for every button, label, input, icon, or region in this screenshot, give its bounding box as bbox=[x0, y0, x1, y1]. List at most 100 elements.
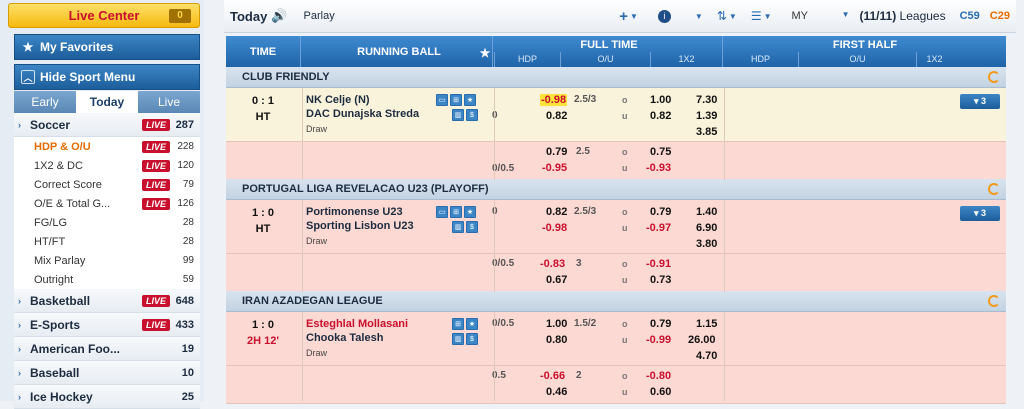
soccer-sub-oe-total[interactable]: O/E & Total G... LIVE 126 bbox=[14, 194, 200, 213]
more-bets-button[interactable]: ▾ 3 bbox=[960, 206, 1000, 221]
hdp-odds-away[interactable]: 0.82 bbox=[546, 110, 567, 122]
refresh-live-button[interactable]: C59 bbox=[960, 10, 980, 22]
scoreboard-icon[interactable]: ⊞ bbox=[450, 94, 462, 106]
chevron-right-icon: › bbox=[18, 295, 21, 306]
1x2-away[interactable]: 6.90 bbox=[696, 222, 717, 234]
1x2-away[interactable]: 26.00 bbox=[688, 334, 716, 346]
stats-icon[interactable]: ▥ bbox=[452, 109, 464, 121]
odds-type-select[interactable]: MY ▼ bbox=[792, 10, 850, 22]
sort-icon: ⇅ bbox=[716, 9, 727, 23]
leagues-filter[interactable]: (11/11) Leagues bbox=[860, 9, 946, 23]
scoreboard-icon[interactable]: ⊞ bbox=[450, 206, 462, 218]
hdp-odds-away[interactable]: -0.98 bbox=[542, 222, 567, 234]
under-odds[interactable]: 0.73 bbox=[650, 274, 671, 286]
info-dropdown[interactable]: ▼ bbox=[693, 12, 703, 21]
dollar-icon[interactable]: $ bbox=[466, 221, 478, 233]
over-odds[interactable]: -0.80 bbox=[646, 370, 671, 382]
under-odds[interactable]: 0.60 bbox=[650, 386, 671, 398]
sport-item-basketball[interactable]: › Basketball LIVE 648 bbox=[14, 289, 200, 313]
sport-item-esports[interactable]: › E-Sports LIVE 433 bbox=[14, 313, 200, 337]
under-odds[interactable]: 0.82 bbox=[650, 110, 671, 122]
info-button[interactable]: i bbox=[657, 9, 671, 23]
over-odds[interactable]: -0.91 bbox=[646, 258, 671, 270]
hdp-odds-home[interactable]: -0.66 bbox=[540, 370, 565, 382]
hdp-odds-away[interactable]: 0.80 bbox=[546, 334, 567, 346]
stats-icon[interactable]: ▥ bbox=[452, 221, 464, 233]
hdp-odds-home[interactable]: -0.83 bbox=[540, 258, 565, 270]
1x2-draw[interactable]: 4.70 bbox=[696, 350, 717, 362]
divider bbox=[302, 312, 303, 401]
scoreboard-icon[interactable]: ⊞ bbox=[452, 318, 464, 330]
sort-button[interactable]: ⇅ ▼ bbox=[717, 9, 737, 23]
under-odds[interactable]: -0.97 bbox=[646, 222, 671, 234]
hdp-odds-away[interactable]: 0.67 bbox=[546, 274, 567, 286]
home-team: Esteghlal Mollasani bbox=[306, 318, 409, 330]
1x2-draw[interactable]: 3.85 bbox=[696, 126, 717, 138]
league-header[interactable]: PORTUGAL LIGA REVELACAO U23 (PLAYOFF) bbox=[226, 179, 1006, 200]
hdp-odds-home[interactable]: 1.00 bbox=[546, 318, 567, 330]
league-header[interactable]: IRAN AZADEGAN LEAGUE bbox=[226, 291, 1006, 312]
under-label: u bbox=[622, 335, 628, 345]
dollar-icon[interactable]: $ bbox=[466, 109, 478, 121]
refresh-icon: C bbox=[959, 10, 968, 22]
refresh-icon[interactable] bbox=[988, 71, 1000, 83]
sport-item-american-football[interactable]: › American Foo... 19 bbox=[14, 337, 200, 361]
over-odds[interactable]: 0.79 bbox=[650, 318, 671, 330]
favorite-star-icon[interactable]: ★ bbox=[478, 46, 492, 60]
refresh-icon[interactable] bbox=[988, 295, 1000, 307]
soccer-sub-hdp-ou[interactable]: HDP & O/U LIVE 228 bbox=[14, 137, 200, 156]
view-list-button[interactable]: ☰ ▼ bbox=[751, 9, 772, 23]
star-icon[interactable]: ★ bbox=[466, 318, 478, 330]
hdp-odds-home[interactable]: 0.79 bbox=[546, 146, 567, 158]
1x2-home[interactable]: 1.15 bbox=[696, 318, 717, 330]
hdp-odds-away[interactable]: -0.95 bbox=[542, 162, 567, 174]
soccer-sub-1x2-dc[interactable]: 1X2 & DC LIVE 120 bbox=[14, 156, 200, 175]
soccer-sub-correct-score[interactable]: Correct Score LIVE 79 bbox=[14, 175, 200, 194]
sub-name: HDP & O/U bbox=[34, 140, 91, 153]
stats-icon[interactable]: ▥ bbox=[452, 333, 464, 345]
star-icon[interactable]: ★ bbox=[464, 94, 476, 106]
live-center-button[interactable]: Live Center 0 bbox=[8, 3, 200, 28]
sub-count: 228 bbox=[177, 141, 194, 152]
sub-count: 28 bbox=[182, 236, 194, 247]
sport-item-soccer[interactable]: › Soccer LIVE 287 bbox=[14, 113, 200, 137]
parlay-link[interactable]: Parlay bbox=[304, 10, 335, 22]
tab-early[interactable]: Early bbox=[14, 91, 76, 113]
plus-icon: + bbox=[619, 7, 628, 25]
refresh-today-button[interactable]: C29 bbox=[990, 10, 1010, 22]
away-team: DAC Dunajska Streda bbox=[306, 108, 420, 120]
more-bets-button[interactable]: ▾ 3 bbox=[960, 94, 1000, 109]
my-favorites-button[interactable]: ★ My Favorites bbox=[14, 34, 200, 60]
hide-sport-menu-button[interactable]: ︿ Hide Sport Menu bbox=[14, 64, 200, 90]
soccer-sub-ht-ft[interactable]: HT/FT 28 bbox=[14, 232, 200, 251]
add-market-button[interactable]: + ▼ bbox=[619, 8, 638, 25]
1x2-draw[interactable]: 3.80 bbox=[696, 238, 717, 250]
over-odds[interactable]: 0.75 bbox=[650, 146, 671, 158]
under-odds[interactable]: -0.93 bbox=[646, 162, 671, 174]
sport-item-baseball[interactable]: › Baseball 10 bbox=[14, 361, 200, 385]
1x2-home[interactable]: 1.40 bbox=[696, 206, 717, 218]
1x2-home[interactable]: 7.30 bbox=[696, 94, 717, 106]
live-stream-icon[interactable]: ▭ bbox=[436, 206, 448, 218]
dollar-icon[interactable]: $ bbox=[466, 333, 478, 345]
tab-today[interactable]: Today bbox=[76, 91, 138, 113]
live-stream-icon[interactable]: ▭ bbox=[436, 94, 448, 106]
soccer-sub-fg-lg[interactable]: FG/LG 28 bbox=[14, 213, 200, 232]
hdp-odds-away[interactable]: 0.46 bbox=[546, 386, 567, 398]
sport-item-ice-hockey[interactable]: › Ice Hockey 25 bbox=[14, 385, 200, 409]
over-odds[interactable]: 1.00 bbox=[650, 94, 671, 106]
star-icon[interactable]: ★ bbox=[464, 206, 476, 218]
under-odds[interactable]: -0.99 bbox=[646, 334, 671, 346]
soccer-sub-outright[interactable]: Outright 59 bbox=[14, 270, 200, 289]
tab-live[interactable]: Live bbox=[138, 91, 200, 113]
speaker-icon[interactable]: 🔊 bbox=[271, 8, 287, 24]
sub-name: O/E & Total G... bbox=[34, 197, 111, 210]
refresh-icon[interactable] bbox=[988, 183, 1000, 195]
hdp-odds-home[interactable]: 0.82 bbox=[546, 206, 567, 218]
league-header[interactable]: CLUB FRIENDLY bbox=[226, 67, 1006, 88]
soccer-sub-mix-parlay[interactable]: Mix Parlay 99 bbox=[14, 251, 200, 270]
1x2-away[interactable]: 1.39 bbox=[696, 110, 717, 122]
chevron-right-icon: › bbox=[18, 119, 21, 130]
over-odds[interactable]: 0.79 bbox=[650, 206, 671, 218]
hdp-odds-home[interactable]: -0.98 bbox=[540, 94, 568, 106]
